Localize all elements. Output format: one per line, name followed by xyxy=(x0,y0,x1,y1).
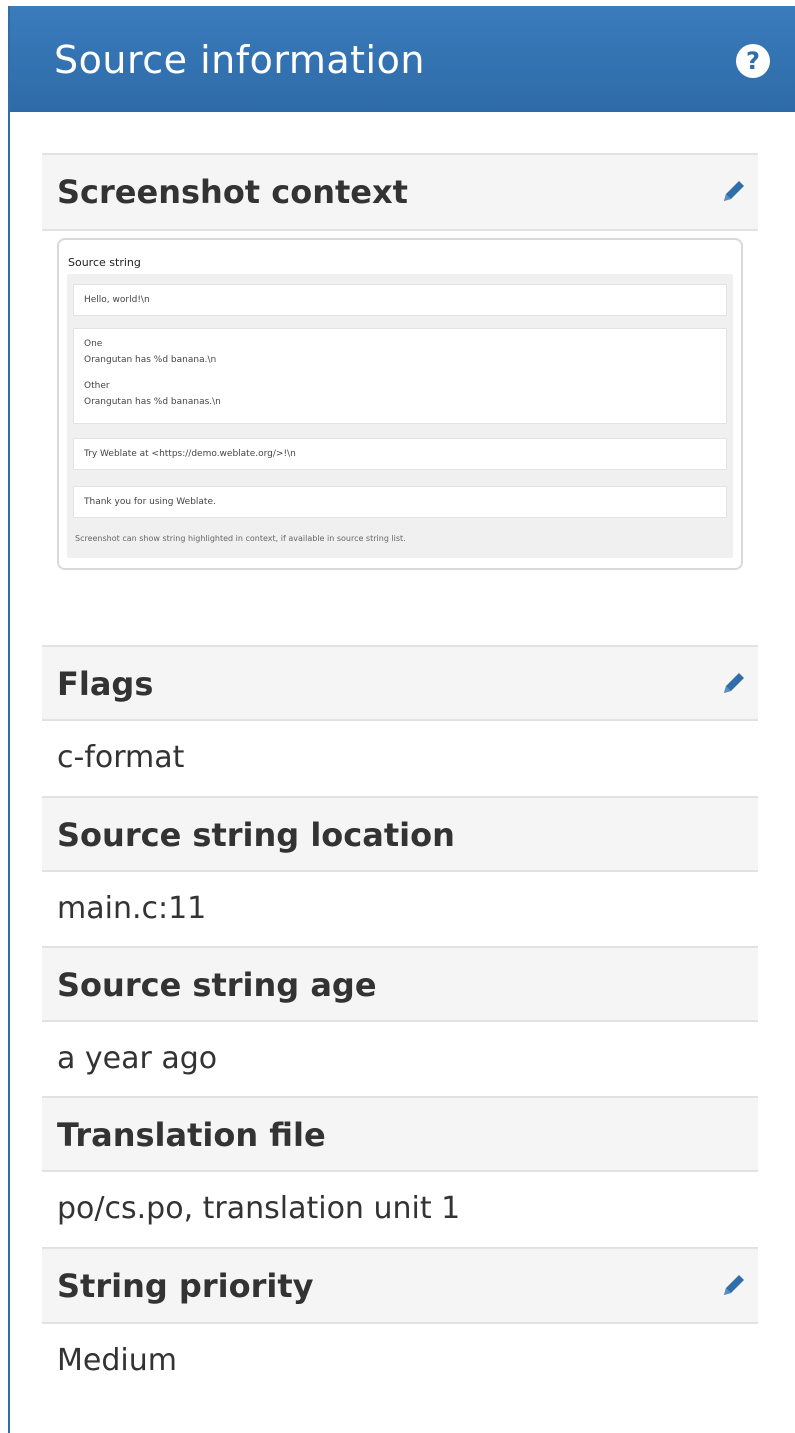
thumbnail-row-text: Orangutan has %d banana.\n xyxy=(84,355,217,365)
thumbnail-title: Source string xyxy=(68,256,141,269)
file-value-row: po/cs.po, translation unit 1 xyxy=(42,1172,758,1249)
thumbnail-row: Thank you for using Weblate. xyxy=(73,486,727,518)
thumbnail-row-text: Other xyxy=(84,381,110,391)
age-header: Source string age xyxy=(42,946,758,1022)
screenshot-thumbnail[interactable]: Source string Hello, world!\n One Orangu… xyxy=(57,238,743,570)
flags-label: Flags xyxy=(57,665,154,703)
pencil-icon[interactable] xyxy=(718,177,748,207)
screenshot-context-header: Screenshot context xyxy=(42,153,758,231)
file-label: Translation file xyxy=(57,1116,326,1154)
flags-header: Flags xyxy=(42,645,758,721)
pencil-icon[interactable] xyxy=(718,1271,748,1301)
flags-value: c-format xyxy=(57,740,185,775)
location-label: Source string location xyxy=(57,816,455,854)
thumbnail-row: Try Weblate at <https://demo.weblate.org… xyxy=(73,438,727,470)
age-label: Source string age xyxy=(57,966,377,1004)
priority-label: String priority xyxy=(57,1267,314,1305)
thumbnail-row: One Orangutan has %d banana.\n Other Ora… xyxy=(73,328,727,424)
thumbnail-row-text: Thank you for using Weblate. xyxy=(84,497,216,507)
file-header: Translation file xyxy=(42,1096,758,1172)
flags-value-row: c-format xyxy=(42,721,758,798)
thumbnail-row-text: One xyxy=(84,339,103,349)
thumbnail-row-text: Try Weblate at <https://demo.weblate.org… xyxy=(84,449,296,459)
thumbnail-row-text: Orangutan has %d bananas.\n xyxy=(84,397,221,407)
file-value: po/cs.po, translation unit 1 xyxy=(57,1191,461,1226)
priority-header: String priority xyxy=(42,1247,758,1324)
priority-value: Medium xyxy=(57,1343,177,1378)
thumbnail-row-text: Hello, world!\n xyxy=(84,295,150,305)
location-value[interactable]: main.c:11 xyxy=(57,891,206,926)
age-value: a year ago xyxy=(57,1041,218,1076)
pencil-icon[interactable] xyxy=(718,669,748,699)
panel-title: Source information xyxy=(54,38,425,82)
age-value-row: a year ago xyxy=(42,1022,758,1098)
location-header: Source string location xyxy=(42,796,758,872)
panel-header: Source information ? xyxy=(10,6,795,112)
thumbnail-row: Hello, world!\n xyxy=(73,284,727,316)
question-circle-icon[interactable]: ? xyxy=(736,44,770,78)
thumbnail-footer: Screenshot can show string highlighted i… xyxy=(75,534,406,543)
location-value-row: main.c:11 xyxy=(42,872,758,948)
screenshot-context-label: Screenshot context xyxy=(57,173,408,211)
priority-value-row: Medium xyxy=(42,1324,758,1394)
